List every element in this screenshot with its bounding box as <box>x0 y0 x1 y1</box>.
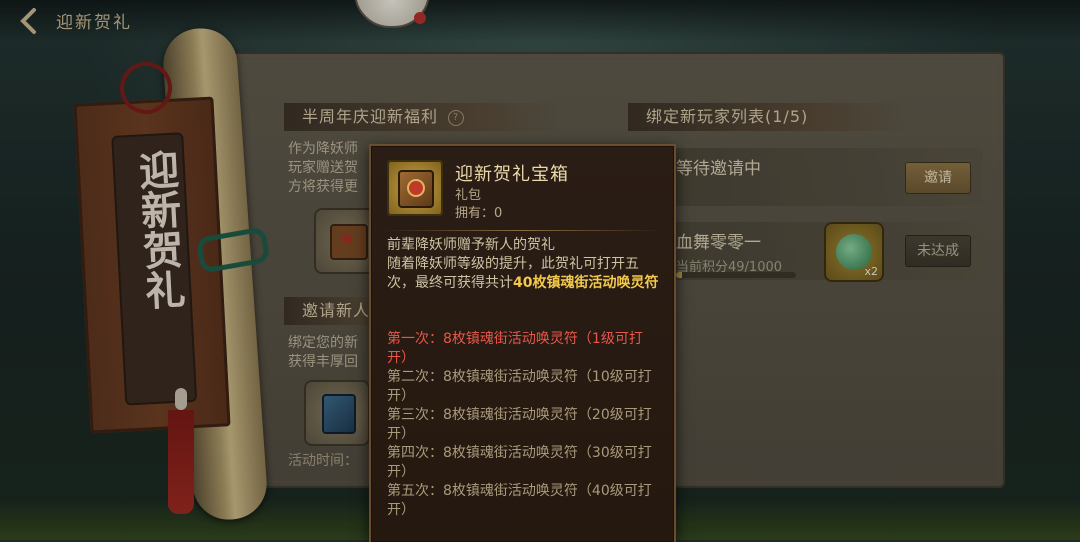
score-progress-bar <box>676 272 796 278</box>
section-title: 半周年庆迎新福利 <box>302 107 439 126</box>
stage-item: 第四次：8枚镇魂街活动唤灵符（30级可打开） <box>387 445 652 480</box>
section2-line: 获得丰厚回 <box>288 354 358 370</box>
section-title: 绑定新玩家列表(1/5) <box>646 107 809 126</box>
section-title: 邀请新人 <box>302 301 371 320</box>
divider <box>383 230 662 231</box>
score-progress-fill <box>676 272 682 278</box>
section1-line: 玩家赠送贺 <box>288 160 358 176</box>
token-icon <box>322 394 356 434</box>
stage-item: 第一次：8枚镇魂街活动唤灵符（1级可打开） <box>387 331 643 366</box>
invite-button[interactable]: 邀请 <box>905 162 971 194</box>
chest-icon <box>330 224 368 260</box>
tooltip-description: 前辈降妖师赠予新人的贺礼 随着降妖师等级的提升，此贺礼可打开五次，最终可获得共计… <box>387 236 661 293</box>
desc-line: 前辈降妖师赠予新人的贺礼 <box>387 237 555 253</box>
desc-highlight: 40枚镇魂街活动唤灵符 <box>513 275 659 291</box>
tooltip-title: 迎新贺礼宝箱 <box>455 164 569 185</box>
activity-time-label: 活动时间： <box>288 453 358 469</box>
section1-line: 作为降妖师 <box>288 141 358 157</box>
section-header-anniversary: 半周年庆迎新福利? <box>284 103 562 131</box>
section-header-bound-list: 绑定新玩家列表(1/5) <box>628 103 906 131</box>
invite-token-slot[interactable] <box>306 382 368 444</box>
section1-line: 方将获得更 <box>288 179 358 195</box>
list-item: 等待邀请中 邀请 <box>628 148 983 206</box>
banner-text: 迎新贺礼 <box>131 148 187 311</box>
top-bar: 迎新贺礼 <box>0 0 1080 42</box>
desc-line: 随着降妖师等级的提升，此贺礼可打开五次，最终可获得共计40枚镇魂街活动唤灵符 <box>387 255 661 293</box>
tassel-icon <box>168 388 194 514</box>
stage-item: 第五次：8枚镇魂街活动唤灵符（40级可打开） <box>387 483 652 518</box>
stage-item: 第三次：8枚镇魂街活动唤灵符（20级可打开） <box>387 407 652 442</box>
list-item-name: 血舞零零一 <box>676 233 761 253</box>
section2-body: 绑定您的新 获得丰厚回 <box>288 334 358 372</box>
tooltip-owned: 拥有：0 <box>455 206 503 221</box>
item-tooltip: 迎新贺礼宝箱 礼包 拥有：0 前辈降妖师赠予新人的贺礼 随着降妖师等级的提升，此… <box>369 144 676 542</box>
help-icon[interactable]: ? <box>448 109 465 126</box>
section1-body: 作为降妖师 玩家赠送贺 方将获得更 <box>288 140 358 197</box>
banner-plaque: 迎新贺礼 <box>111 132 198 406</box>
back-button[interactable] <box>14 6 44 36</box>
chest-icon <box>398 170 434 208</box>
not-achieved-button[interactable]: 未达成 <box>905 235 971 267</box>
reward-quantity: x2 <box>864 265 878 278</box>
chest-item-frame <box>387 160 443 216</box>
stage-item: 第二次：8枚镇魂街活动唤灵符（10级可打开） <box>387 369 652 404</box>
section2-line: 绑定您的新 <box>288 335 358 351</box>
list-item: 血舞零零一 当前积分49/1000 x2 未达成 <box>628 222 983 280</box>
reward-slot[interactable]: x2 <box>826 224 882 280</box>
page-title: 迎新贺礼 <box>56 13 132 33</box>
tooltip-type: 礼包 <box>455 188 482 203</box>
back-arrow-icon <box>20 8 36 34</box>
list-item-name: 等待邀请中 <box>676 159 761 179</box>
